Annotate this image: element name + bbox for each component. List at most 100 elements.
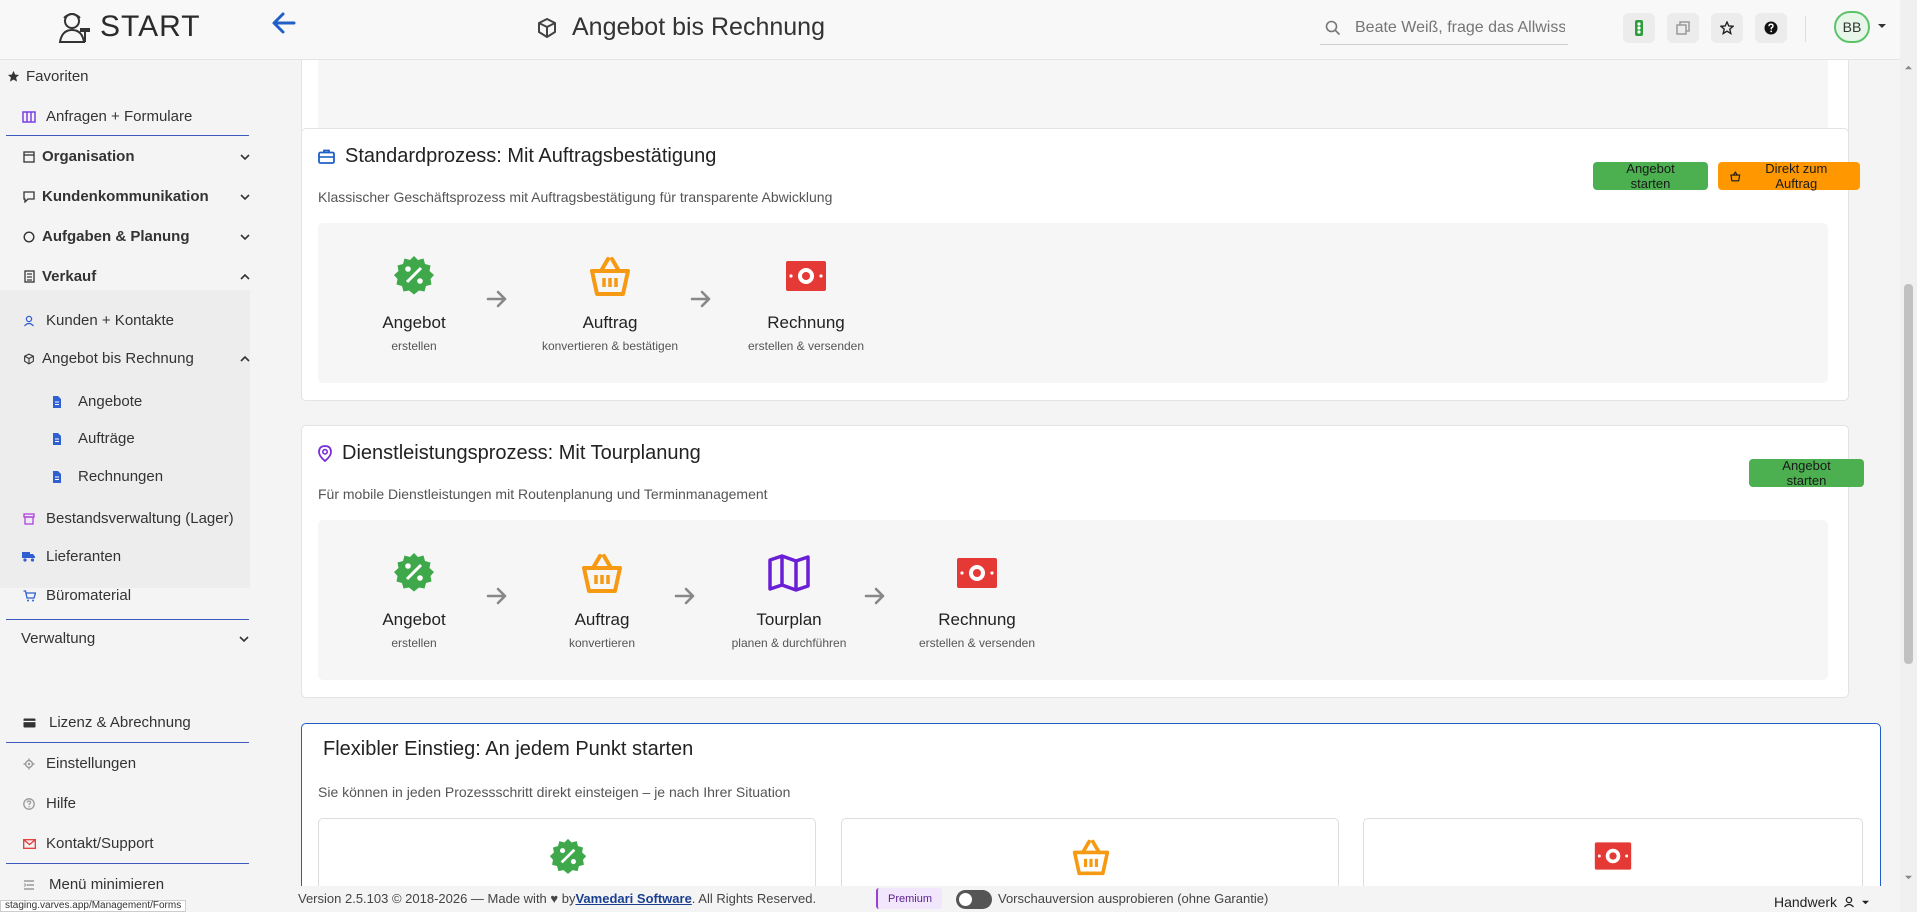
sidebar-item-label: Verkauf <box>42 268 97 285</box>
money-bill-icon <box>786 261 826 291</box>
step-rechnung[interactable]: Rechnung erstellen & versenden <box>726 253 886 353</box>
question-icon <box>1764 21 1778 35</box>
percent-badge-icon <box>549 838 587 874</box>
sidebar-item-kunden[interactable]: Kunden + Kontakte <box>22 312 272 329</box>
window-button[interactable] <box>1667 13 1699 43</box>
step-subtitle: erstellen & versenden <box>918 636 1036 650</box>
caret-down-icon[interactable] <box>1877 22 1887 30</box>
columns-icon <box>22 110 36 124</box>
premium-badge: Premium <box>876 888 943 909</box>
percent-badge-icon <box>394 256 434 295</box>
sidebar-favorites[interactable]: Favoriten <box>6 68 256 85</box>
scroll-down-icon[interactable] <box>1904 874 1913 881</box>
scrollbar-thumb[interactable] <box>1904 284 1913 664</box>
caret-down-icon <box>1862 900 1870 904</box>
star-icon <box>1720 21 1734 35</box>
sidebar-item-bestandsverwaltung[interactable]: Bestandsverwaltung (Lager) <box>22 510 272 527</box>
sidebar-item-auftraege[interactable]: Aufträge <box>50 430 300 447</box>
sidebar-divider <box>6 135 249 136</box>
card-standard-process: Standardprozess: Mit Auftragsbestätigung… <box>301 128 1860 401</box>
entry-option-auftrag[interactable] <box>841 818 1339 886</box>
sidebar-item-rechnungen[interactable]: Rechnungen <box>50 468 300 485</box>
archive-icon <box>22 512 36 526</box>
sidebar-item-label: Rechnungen <box>78 468 164 485</box>
entry-option-angebot[interactable] <box>318 818 816 886</box>
toggle-knob <box>959 893 972 906</box>
step-subtitle: konvertieren & bestätigen <box>541 339 679 353</box>
sidebar-item-kundenkommunikation[interactable]: Kundenkommunikation <box>22 188 272 205</box>
sidebar-item-anfragen[interactable]: Anfragen + Formulare <box>22 108 272 125</box>
step-subtitle: erstellen & versenden <box>747 339 865 353</box>
step-auftrag[interactable]: Auftrag konvertieren <box>522 550 682 650</box>
arrow-right-icon <box>674 587 695 605</box>
sidebar-item-lizenz[interactable]: Lizenz & Abrechnung <box>22 714 272 731</box>
app-logo[interactable]: START <box>58 10 201 44</box>
sidebar-item-aufgaben[interactable]: Aufgaben & Planung <box>22 228 272 245</box>
menu-collapse-icon <box>22 878 36 892</box>
sidebar-item-label: Kontakt/Support <box>46 835 154 852</box>
sidebar-item-einstellungen[interactable]: Einstellungen <box>22 755 272 772</box>
user-icon <box>22 314 36 328</box>
star-icon <box>6 70 20 84</box>
step-angebot[interactable]: Angebot erstellen <box>334 550 494 650</box>
box-icon <box>22 352 36 366</box>
page-header: Angebot bis Rechnung <box>536 13 825 42</box>
sidebar: Favoriten Anfragen + Formulare Organisat… <box>0 60 268 912</box>
sidebar-item-angebote[interactable]: Angebote <box>50 393 300 410</box>
sidebar-item-verkauf[interactable]: Verkauf <box>22 268 272 285</box>
topbar-divider <box>1805 16 1806 42</box>
search-input[interactable] <box>1355 18 1565 37</box>
traffic-light-icon <box>1635 20 1643 36</box>
sidebar-item-hilfe[interactable]: Hilfe <box>22 795 272 812</box>
step-subtitle: erstellen <box>391 339 437 353</box>
user-avatar[interactable]: BB <box>1834 11 1870 43</box>
sidebar-item-label: Anfragen + Formulare <box>46 108 193 125</box>
sidebar-item-verwaltung[interactable]: Verwaltung <box>21 630 271 647</box>
sidebar-item-label: Kundenkommunikation <box>42 188 209 205</box>
step-auftrag[interactable]: Auftrag konvertieren & bestätigen <box>530 253 690 353</box>
sidebar-item-label: Lieferanten <box>46 548 122 565</box>
sidebar-item-organisation[interactable]: Organisation <box>22 148 272 165</box>
sidebar-item-label: Büromaterial <box>46 587 132 604</box>
sidebar-item-angebot-bis-rechnung[interactable]: Angebot bis Rechnung <box>22 350 272 367</box>
company-link[interactable]: Vamedari Software <box>575 891 691 906</box>
step-tourplan[interactable]: Tourplan planen & durchführen <box>709 550 869 650</box>
gear-icon <box>22 757 36 771</box>
card-title-text: Standardprozess: Mit Auftragsbestätigung <box>345 145 717 167</box>
page-title: Angebot bis Rechnung <box>572 13 825 41</box>
card-description: Sie können in jeden Prozessschritt direk… <box>318 784 791 800</box>
scrollbar[interactable] <box>1900 0 1917 912</box>
map-icon <box>768 554 810 592</box>
preview-label: Vorschauversion ausprobieren (ohne Garan… <box>998 891 1269 906</box>
money-bill-icon <box>957 558 997 588</box>
worker-icon <box>58 13 90 43</box>
status-bar-url: staging.varves.app/Management/Forms <box>0 900 187 912</box>
help-button[interactable] <box>1755 13 1787 43</box>
card-title-text: Flexibler Einstieg: An jedem Punkt start… <box>323 738 694 760</box>
angebot-starten-button[interactable]: Angebot starten <box>1749 458 1864 488</box>
scroll-up-icon[interactable] <box>1904 64 1913 71</box>
document-icon <box>50 470 64 484</box>
sidebar-item-menu-minimieren[interactable]: Menü minimieren <box>22 876 272 893</box>
sidebar-item-label: Aufgaben & Planung <box>42 228 190 245</box>
preview-toggle[interactable] <box>956 890 992 909</box>
step-rechnung[interactable]: Rechnung erstellen & versenden <box>897 550 1057 650</box>
sidebar-item-bueromaterial[interactable]: Büromaterial <box>22 587 272 604</box>
sidebar-item-lieferanten[interactable]: Lieferanten <box>22 548 272 565</box>
chevron-up-icon <box>240 273 250 280</box>
favorite-button[interactable] <box>1711 13 1743 43</box>
step-angebot[interactable]: Angebot erstellen <box>334 253 494 353</box>
user-icon <box>1844 896 1855 908</box>
arrow-right-icon <box>864 587 885 605</box>
search-box <box>1320 11 1568 45</box>
workspace-switcher[interactable]: Handwerk <box>1774 894 1870 910</box>
back-button[interactable] <box>270 8 298 38</box>
direkt-zum-auftrag-button[interactable]: Direkt zum Auftrag <box>1718 161 1860 191</box>
entry-option-rechnung[interactable] <box>1363 818 1863 886</box>
process-flow: Angebot erstellen Auftrag konverti <box>318 223 1828 383</box>
traffic-light-button[interactable] <box>1623 13 1655 43</box>
sidebar-item-label: Angebot bis Rechnung <box>42 350 194 367</box>
sidebar-item-kontakt[interactable]: Kontakt/Support <box>22 835 272 852</box>
angebot-starten-button[interactable]: Angebot starten <box>1593 161 1708 191</box>
sidebar-divider <box>6 742 249 743</box>
